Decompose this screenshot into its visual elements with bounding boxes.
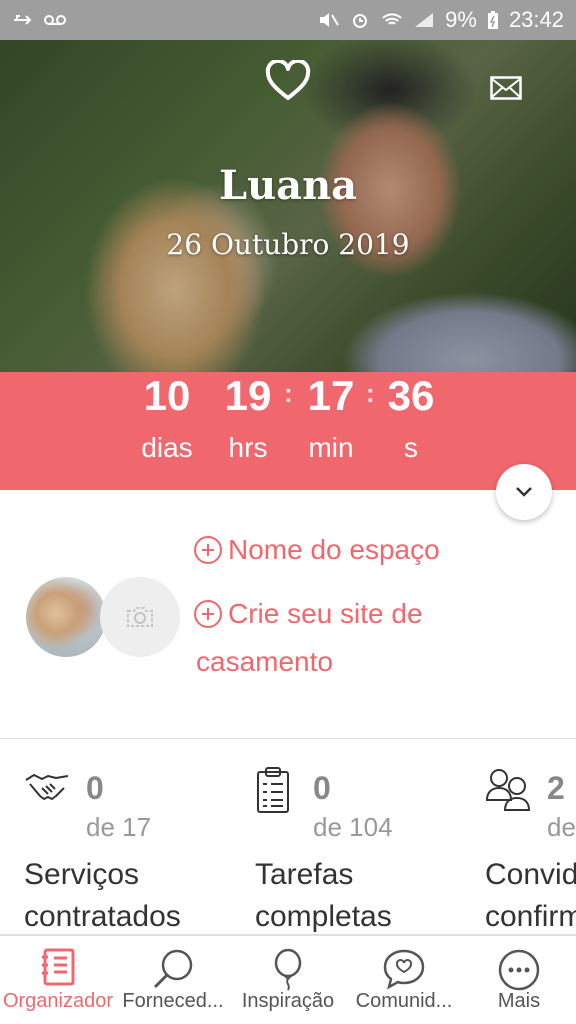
- add-photo-button[interactable]: [100, 577, 180, 657]
- countdown-label: min: [308, 432, 354, 463]
- stat-label-line: Convid: [485, 858, 576, 891]
- stat-count: 0: [313, 770, 331, 806]
- balloon-icon: [274, 948, 302, 991]
- stat-total: de 17: [86, 812, 152, 842]
- nav-label: Comunid...: [355, 990, 453, 1012]
- wifi-icon: [382, 13, 402, 25]
- countdown-seconds: 36 s: [371, 372, 451, 464]
- stat-label-line: Serviços: [24, 858, 140, 891]
- chat-heart-icon: [383, 949, 425, 990]
- stat-total: de: [547, 812, 576, 842]
- create-site-label: Crie seu site de: [228, 598, 423, 629]
- countdown-value: 17: [307, 372, 355, 419]
- stat-label-line: completas: [255, 900, 392, 933]
- mute-icon: [320, 13, 339, 27]
- nav-label: Inspiração: [241, 990, 335, 1012]
- voicemail-icon: [44, 15, 66, 25]
- couple-avatar[interactable]: [26, 577, 106, 657]
- nav-label: Forneced...: [122, 990, 224, 1012]
- venue-link-label: Nome do espaço: [228, 534, 440, 565]
- divider: [0, 738, 576, 739]
- alarm-icon: [353, 14, 368, 28]
- create-site-label-cont[interactable]: casamento: [196, 646, 333, 678]
- guests-icon: [485, 769, 531, 811]
- clock: 23:42: [508, 7, 564, 32]
- stat-count: 2: [547, 770, 565, 806]
- notebook-icon: [42, 948, 75, 986]
- battery-icon: [487, 11, 498, 29]
- stat-label: Serviços contratados: [24, 854, 181, 938]
- stat-label-line: contratados: [24, 900, 181, 933]
- camera-icon: [127, 607, 153, 627]
- bottom-nav: Organizador Forneced... Inspiração Comun…: [0, 934, 576, 1024]
- stat-label-line: Tarefas: [255, 858, 354, 891]
- nav-item-comunidade[interactable]: Comunid...: [346, 936, 462, 1024]
- search-icon: [153, 949, 193, 989]
- countdown-minutes: 17 min: [291, 372, 371, 464]
- nav-label: Mais: [497, 990, 541, 1012]
- more-icon: [498, 949, 540, 991]
- clipboard-icon: [257, 767, 289, 813]
- create-site-link[interactable]: Crie seu site de: [194, 598, 423, 630]
- nav-item-fornecedores[interactable]: Forneced...: [116, 936, 230, 1024]
- status-bar: 9% 23:42: [0, 0, 576, 40]
- stat-label-line: confirm: [485, 900, 576, 933]
- countdown-label: hrs: [228, 432, 268, 463]
- signal-icon: [415, 13, 434, 27]
- stat-label: Convid confirm: [485, 854, 576, 938]
- plus-circle-icon: [194, 600, 222, 628]
- stat-label: Tarefas completas: [255, 854, 392, 938]
- countdown-value: 36: [387, 372, 435, 419]
- nav-label: Organizador: [2, 990, 114, 1012]
- stat-count: 0: [86, 770, 104, 806]
- couple-name: Luana: [218, 162, 358, 209]
- wedding-date: 26 Outubro 2019: [166, 228, 410, 261]
- usb-icon: [14, 15, 32, 25]
- stat-total: de 104: [313, 812, 393, 842]
- countdown-label: dias: [141, 432, 193, 463]
- plus-circle-icon: [194, 536, 222, 564]
- mail-icon[interactable]: [490, 76, 522, 100]
- countdown-hours: 19 hrs: [208, 372, 288, 464]
- battery-percent: 9%: [445, 7, 477, 32]
- nav-item-inspiracao[interactable]: Inspiração: [230, 936, 346, 1024]
- nav-item-mais[interactable]: Mais: [462, 936, 576, 1024]
- nav-item-organizador[interactable]: Organizador: [0, 936, 116, 1024]
- heart-icon[interactable]: [265, 60, 311, 102]
- expand-button[interactable]: [496, 464, 552, 520]
- countdown-value: 10: [143, 372, 191, 419]
- cover-photo[interactable]: Luana 26 Outubro 2019: [0, 40, 576, 372]
- countdown-label: s: [404, 432, 418, 463]
- countdown-days: 10 dias: [127, 372, 207, 464]
- countdown-value: 19: [224, 372, 272, 419]
- chevron-down-icon: [516, 487, 532, 497]
- countdown-banner: 10 dias 19 hrs : 17 min : 36 s: [0, 372, 576, 490]
- venue-link[interactable]: Nome do espaço: [194, 534, 440, 566]
- handshake-icon: [25, 774, 69, 800]
